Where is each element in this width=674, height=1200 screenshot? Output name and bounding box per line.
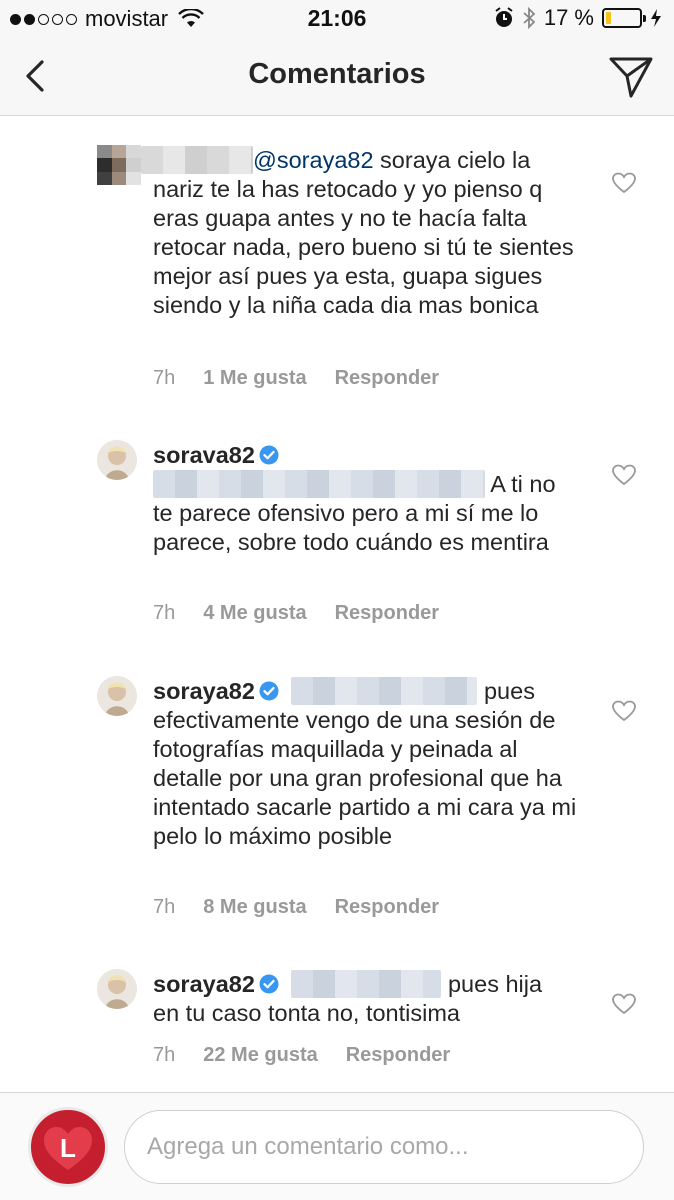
avatar[interactable] — [97, 676, 137, 716]
bluetooth-icon — [523, 7, 536, 29]
comment-time: 7h — [153, 602, 176, 624]
avatar[interactable] — [97, 440, 137, 480]
verified-badge-icon — [259, 681, 279, 701]
send-icon[interactable] — [608, 54, 654, 100]
likes-count[interactable]: 8 Me gusta — [203, 896, 306, 919]
reply-button[interactable]: Responder — [346, 1044, 450, 1067]
reply-button[interactable]: Responder — [335, 367, 439, 390]
comment-meta: 7h 1 Me gusta Responder — [153, 367, 439, 390]
comment-text-body: te parece ofensivo pero a mi sí me lo pa… — [153, 500, 549, 555]
redacted-mention — [291, 677, 478, 705]
comment-text-body: efectivamente vengo de una sesión de fot… — [153, 707, 577, 849]
page-title: Comentarios — [248, 58, 426, 90]
comment-composer: L — [0, 1092, 674, 1200]
heart-icon[interactable] — [612, 172, 636, 194]
comment-time: 7h — [153, 1044, 176, 1066]
comment-input[interactable] — [124, 1110, 644, 1184]
comment-username[interactable]: soraya82 — [153, 971, 255, 997]
redacted-mention — [153, 470, 485, 498]
comment-username[interactable]: soraya82 — [153, 678, 255, 704]
avatar-letter: L — [60, 1133, 76, 1163]
comment-text: sorava82 A ti no te parece ofensivo pero… — [153, 441, 573, 557]
heart-icon[interactable] — [612, 993, 636, 1015]
heart-icon[interactable] — [612, 464, 636, 486]
comment-text-body: en tu caso tonta no, tontisima — [153, 1000, 460, 1026]
battery-percent: 17 % — [543, 5, 594, 30]
likes-count[interactable]: 4 Me gusta — [203, 602, 306, 625]
comment-meta: 7h 8 Me gusta Responder — [153, 896, 439, 919]
avatar[interactable] — [97, 969, 137, 1009]
comment-text-body: nariz te la has retocado y yo pienso q e… — [153, 176, 574, 318]
nav-bar: Comentarios — [0, 38, 674, 116]
user-avatar: L — [28, 1107, 108, 1187]
redacted-mention — [291, 970, 442, 998]
comment-text-line: A ti no — [490, 471, 556, 497]
battery-icon — [602, 8, 646, 28]
status-bar: movistar 21:06 17 % — [0, 0, 674, 38]
comment-text-line: pues — [483, 678, 535, 704]
comment-username[interactable]: sorava82 — [153, 442, 255, 468]
comment-text: @soraya82 soraya cielo la nariz te la ha… — [141, 146, 581, 320]
heart-icon[interactable] — [612, 700, 636, 722]
comment-text: soraya82 pues efectivamente vengo de una… — [153, 677, 593, 851]
heart-logo-icon: L — [44, 1127, 92, 1170]
reply-button[interactable]: Responder — [335, 602, 439, 625]
comment-text-line: pues hija — [447, 971, 543, 997]
status-right: 17 % — [494, 5, 662, 31]
likes-count[interactable]: 22 Me gusta — [203, 1044, 317, 1067]
verified-badge-icon — [259, 974, 279, 994]
likes-count[interactable]: 1 Me gusta — [203, 367, 306, 390]
charging-icon — [651, 9, 661, 27]
mention-link[interactable]: @soraya82 — [253, 147, 374, 173]
redacted-username — [141, 146, 253, 174]
comment-text: soraya82 pues hija en tu caso tonta no, … — [153, 970, 573, 1028]
battery-level — [606, 12, 612, 24]
alarm-icon — [495, 7, 513, 27]
verified-badge-icon — [259, 445, 279, 465]
comment-meta: 7h 4 Me gusta Responder — [153, 602, 439, 625]
comment-time: 7h — [153, 896, 176, 918]
reply-button[interactable]: Responder — [335, 896, 439, 919]
comment-text-line: soraya cielo la — [373, 147, 531, 173]
avatar[interactable] — [97, 145, 141, 185]
comment-meta: 7h 22 Me gusta Responder — [153, 1044, 450, 1067]
comment-time: 7h — [153, 367, 176, 389]
